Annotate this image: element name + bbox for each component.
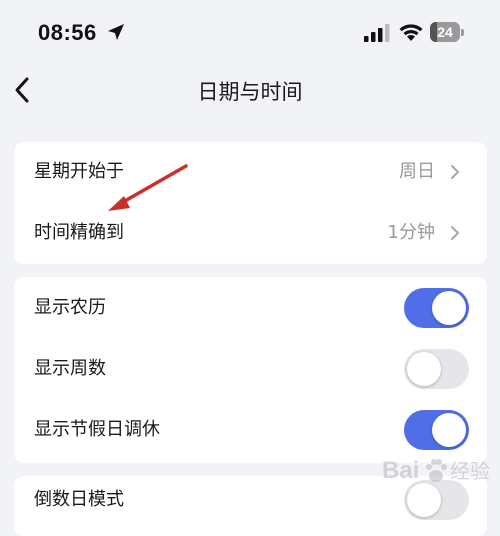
back-button[interactable]	[6, 70, 38, 110]
week-number-row: 显示周数	[14, 339, 487, 399]
holiday-adjustment-toggle[interactable]	[404, 410, 469, 450]
nav-bar: 日期与时间	[0, 64, 500, 116]
watermark-text-bai: Bai	[382, 457, 419, 484]
location-arrow-icon	[108, 24, 124, 40]
status-bar: 08:56 24	[0, 0, 500, 64]
chevron-left-icon	[15, 77, 29, 103]
watermark-text-jingyan: 经验	[450, 459, 490, 483]
toggle-knob	[432, 413, 466, 447]
display-options-card: 显示农历 显示周数 显示节假日调休	[14, 277, 487, 463]
battery-cap	[461, 29, 464, 36]
page-title: 日期与时间	[197, 80, 303, 104]
status-time: 08:56	[38, 20, 97, 45]
time-precision-row[interactable]: 时间精确到 1分钟	[14, 203, 487, 263]
battery-level: 24	[437, 24, 453, 40]
week-number-label: 显示周数	[34, 358, 106, 379]
cellular-signal-icon	[364, 24, 390, 42]
wifi-icon	[399, 24, 423, 41]
chevron-right-icon	[451, 226, 459, 240]
baidu-paw-icon	[426, 459, 447, 482]
toggle-knob	[407, 483, 441, 517]
lunar-calendar-toggle[interactable]	[404, 288, 469, 328]
week-start-label: 星期开始于	[34, 161, 124, 182]
toggle-knob	[432, 291, 466, 325]
countdown-mode-label: 倒数日模式	[34, 489, 124, 510]
week-start-value: 周日	[399, 161, 435, 182]
lunar-calendar-label: 显示农历	[34, 297, 106, 318]
lunar-calendar-row: 显示农历	[14, 278, 487, 338]
time-precision-value: 1分钟	[387, 222, 435, 243]
week-time-settings-card: 星期开始于 周日 时间精确到 1分钟	[14, 142, 487, 264]
week-number-toggle[interactable]	[404, 349, 469, 389]
toggle-knob	[407, 352, 441, 386]
battery-icon: 24	[430, 22, 464, 42]
time-precision-label: 时间精确到	[34, 222, 124, 243]
holiday-adjustment-label: 显示节假日调休	[34, 419, 160, 440]
week-start-row[interactable]: 星期开始于 周日	[14, 142, 487, 202]
chevron-right-icon	[451, 165, 459, 179]
baidu-watermark-icon: Bai 经验	[382, 457, 490, 484]
